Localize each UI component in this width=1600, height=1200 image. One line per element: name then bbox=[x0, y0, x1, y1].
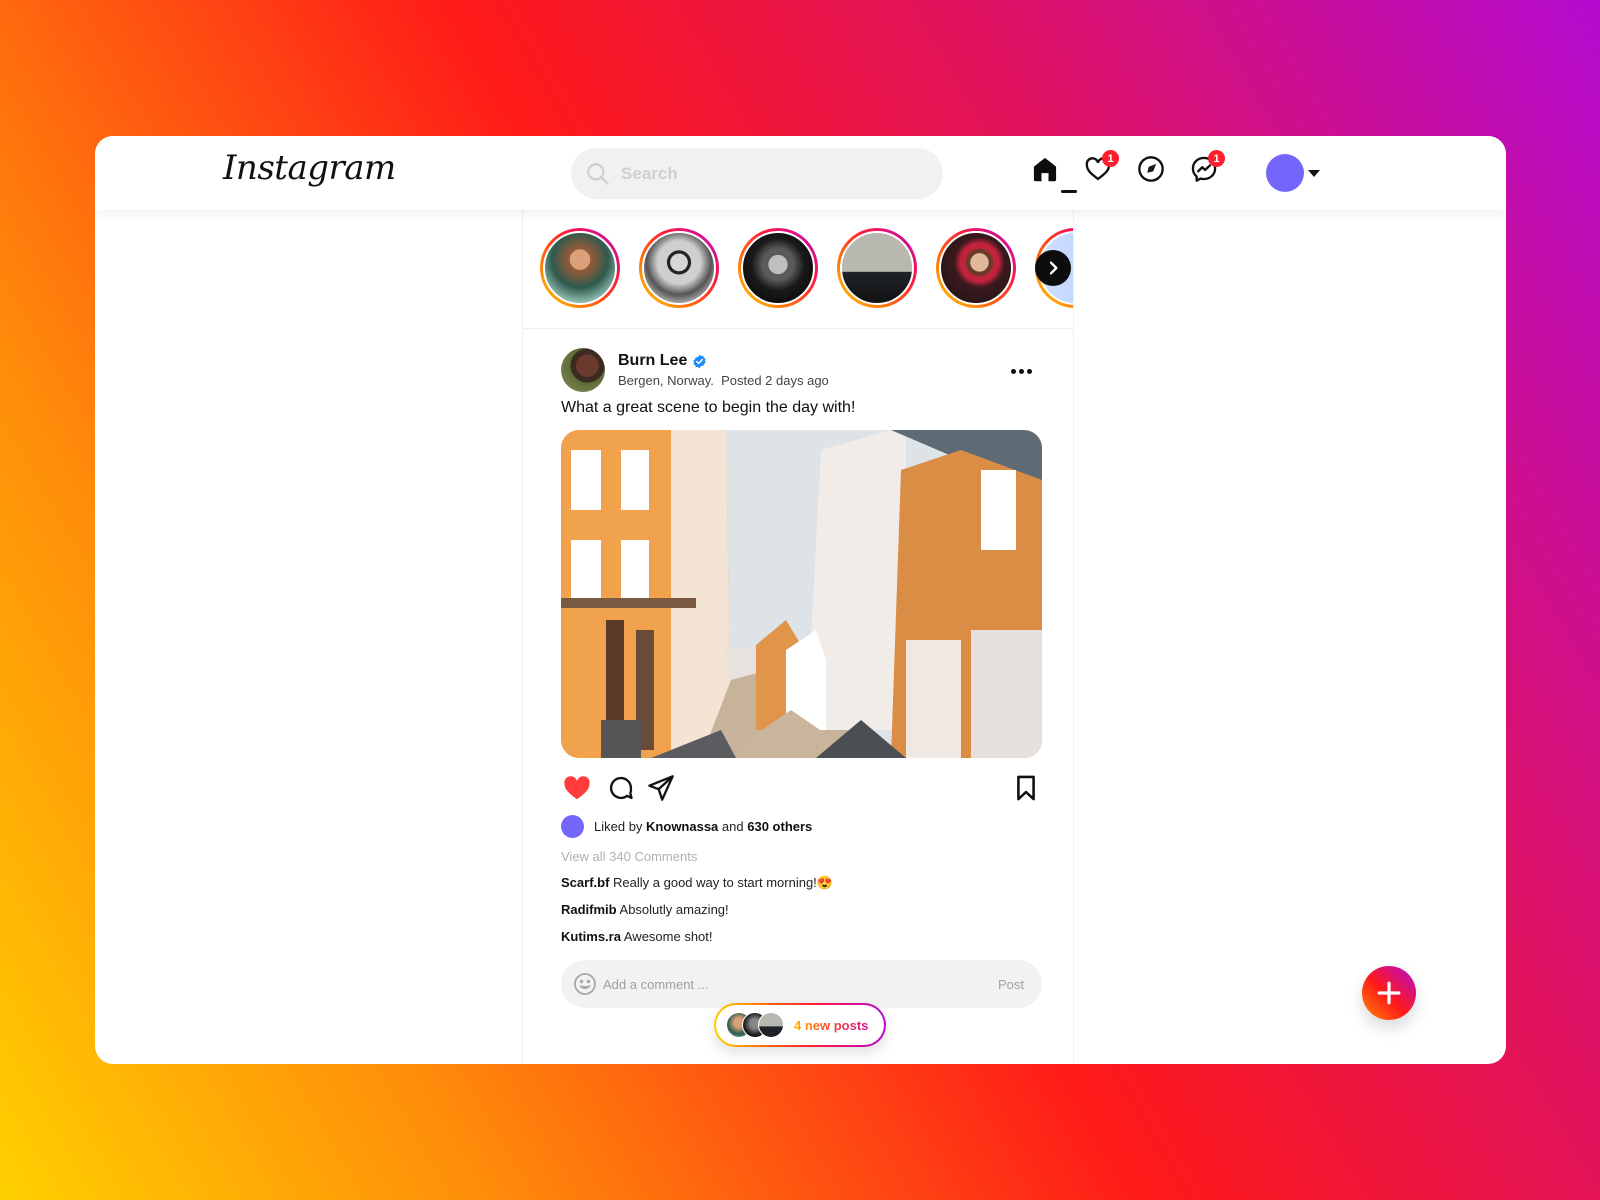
view-all-comments-link[interactable]: View all 340 Comments bbox=[561, 849, 697, 864]
comment-icon bbox=[609, 776, 633, 800]
new-post-author-avatar bbox=[758, 1012, 784, 1038]
likes-prefix: Liked by bbox=[594, 819, 643, 834]
emoji-icon[interactable] bbox=[573, 972, 597, 996]
send-icon bbox=[648, 775, 674, 801]
instagram-logo[interactable]: Instagram bbox=[223, 148, 396, 188]
post-time: Posted 2 days ago bbox=[721, 373, 829, 388]
more-dot-icon bbox=[1010, 368, 1016, 374]
save-button[interactable] bbox=[1010, 772, 1042, 804]
stories-next-button[interactable] bbox=[1035, 250, 1071, 286]
more-options-button[interactable] bbox=[1007, 364, 1035, 378]
heart-eyes-emoji-icon: 😍 bbox=[816, 875, 833, 890]
search-icon bbox=[587, 162, 609, 185]
comment-username[interactable]: Scarf.bf bbox=[561, 875, 609, 890]
bookmark-icon bbox=[1017, 775, 1035, 801]
likes-middle: and bbox=[721, 819, 744, 834]
share-button[interactable] bbox=[645, 772, 677, 804]
post-meta: Bergen, Norway. Posted 2 days ago bbox=[618, 373, 829, 388]
comment-username[interactable]: Radifmib bbox=[561, 902, 617, 917]
add-comment-bar: Post bbox=[561, 960, 1042, 1008]
search-bar[interactable] bbox=[571, 148, 943, 199]
home-icon bbox=[1033, 157, 1057, 182]
story-avatar[interactable] bbox=[837, 228, 917, 308]
street-photo bbox=[561, 430, 1042, 758]
liker-avatar[interactable] bbox=[561, 815, 584, 838]
new-posts-label: 4 new posts bbox=[794, 1017, 869, 1033]
story-avatar[interactable] bbox=[738, 228, 818, 308]
create-post-button[interactable] bbox=[1362, 966, 1416, 1020]
likes-count[interactable]: 630 others bbox=[747, 819, 812, 834]
feed-column: Burn Lee Bergen, Norway. Posted 2 days a… bbox=[522, 210, 1074, 1064]
compass-icon bbox=[1138, 156, 1164, 182]
post-actions bbox=[561, 772, 1042, 804]
nav-messages[interactable]: 1 bbox=[1189, 150, 1225, 184]
comment-text: Really a good way to start morning! bbox=[613, 875, 817, 890]
comment-text: Absolutly amazing! bbox=[619, 902, 729, 917]
comment-input[interactable] bbox=[603, 976, 998, 992]
comment-item: Kutims.ra Awesome shot! bbox=[561, 929, 713, 944]
comment-item: Radifmib Absolutly amazing! bbox=[561, 902, 729, 917]
post-username: Burn Lee bbox=[618, 352, 688, 369]
story-avatar[interactable] bbox=[936, 228, 1016, 308]
comment-button[interactable] bbox=[605, 772, 637, 804]
more-dot-icon bbox=[1018, 368, 1024, 374]
top-navbar: Instagram 1 1 bbox=[95, 136, 1506, 210]
profile-avatar[interactable] bbox=[1266, 154, 1304, 192]
post-image[interactable] bbox=[561, 430, 1042, 758]
nav-home[interactable] bbox=[1030, 154, 1060, 184]
like-button[interactable] bbox=[561, 772, 593, 804]
stories-bar bbox=[523, 210, 1073, 329]
likes-summary: Liked by Knownassa and 630 others bbox=[561, 815, 812, 838]
post-author-avatar[interactable] bbox=[561, 348, 605, 392]
verified-badge-icon bbox=[693, 354, 707, 368]
story-avatar[interactable] bbox=[540, 228, 620, 308]
plus-icon bbox=[1377, 981, 1401, 1005]
post-author[interactable]: Burn Lee bbox=[618, 352, 707, 370]
chevron-right-icon bbox=[1049, 261, 1058, 275]
chevron-down-icon[interactable] bbox=[1308, 170, 1320, 177]
heart-filled-icon bbox=[564, 776, 590, 800]
more-dot-icon bbox=[1026, 368, 1032, 374]
new-posts-pill[interactable]: 4 new posts bbox=[714, 1003, 886, 1047]
activity-badge: 1 bbox=[1102, 150, 1119, 167]
app-window: Instagram 1 1 bbox=[95, 136, 1506, 1064]
story-avatar[interactable] bbox=[639, 228, 719, 308]
comment-item: Scarf.bf Really a good way to start morn… bbox=[561, 875, 833, 891]
messages-badge: 1 bbox=[1208, 150, 1225, 167]
post-caption: What a great scene to begin the day with… bbox=[561, 399, 856, 416]
active-tab-indicator bbox=[1061, 190, 1077, 193]
nav-explore[interactable] bbox=[1136, 154, 1166, 184]
post-comment-button[interactable]: Post bbox=[998, 977, 1024, 992]
comment-username[interactable]: Kutims.ra bbox=[561, 929, 621, 944]
liker-username[interactable]: Knownassa bbox=[646, 819, 718, 834]
comment-text: Awesome shot! bbox=[623, 929, 713, 944]
search-input[interactable] bbox=[621, 163, 921, 184]
post-location[interactable]: Bergen, Norway. bbox=[618, 373, 714, 388]
nav-activity[interactable]: 1 bbox=[1083, 150, 1119, 184]
